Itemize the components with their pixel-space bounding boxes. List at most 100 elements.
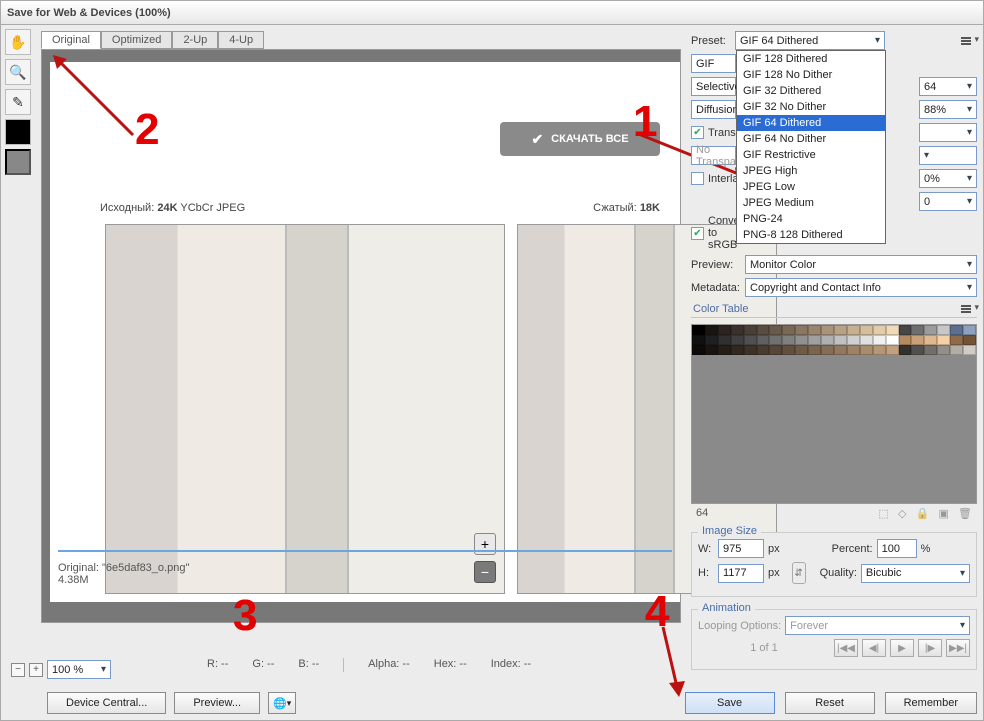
preset-option[interactable]: GIF 32 Dithered — [737, 83, 885, 99]
preset-option[interactable]: GIF Restrictive — [737, 147, 885, 163]
color-swatch[interactable] — [718, 335, 731, 345]
hand-tool-icon[interactable]: ✋ — [5, 29, 31, 55]
color-swatch[interactable] — [886, 345, 899, 355]
reduction-combo[interactable]: Selective — [691, 77, 736, 96]
quality-combo[interactable]: Bicubic — [861, 564, 970, 583]
color-swatch[interactable] — [873, 335, 886, 345]
color-swatch[interactable] — [963, 345, 976, 355]
zoom-in-button[interactable]: + — [29, 663, 43, 677]
websnap-combo[interactable]: 0 — [919, 192, 977, 211]
color-swatch[interactable] — [899, 345, 912, 355]
new-icon[interactable]: ▣ — [938, 508, 948, 520]
map-icon[interactable]: ◇ — [898, 508, 906, 520]
colors-combo[interactable]: 64 — [919, 77, 977, 96]
color-swatch[interactable] — [757, 345, 770, 355]
color-swatch[interactable] — [795, 335, 808, 345]
color-swatch[interactable] — [782, 335, 795, 345]
color-swatch[interactable] — [731, 345, 744, 355]
width-input[interactable]: 975 — [718, 539, 764, 558]
color-swatch[interactable] — [860, 325, 873, 335]
save-button[interactable]: Save — [685, 692, 775, 714]
color-swatch[interactable] — [924, 335, 937, 345]
color-swatch[interactable] — [911, 345, 924, 355]
slice-visibility-icon[interactable] — [5, 149, 31, 175]
color-swatch[interactable] — [873, 345, 886, 355]
color-swatch[interactable] — [808, 325, 821, 335]
metadata-combo[interactable]: Copyright and Contact Info — [745, 278, 977, 297]
zoom-out-button[interactable]: − — [11, 663, 25, 677]
remember-button[interactable]: Remember — [885, 692, 977, 714]
preset-menu-icon[interactable] — [961, 35, 977, 47]
color-swatch[interactable] — [963, 325, 976, 335]
color-swatch[interactable] — [899, 325, 912, 335]
color-swatch[interactable] — [924, 325, 937, 335]
foreground-swatch[interactable] — [5, 119, 31, 145]
color-swatch[interactable] — [911, 325, 924, 335]
matte-combo[interactable] — [919, 123, 977, 142]
dither-combo[interactable]: Diffusion — [691, 100, 736, 119]
color-swatch[interactable] — [731, 335, 744, 345]
zoom-tool-icon[interactable]: 🔍 — [5, 59, 31, 85]
height-input[interactable]: 1177 — [718, 564, 764, 583]
format-combo[interactable]: GIF — [691, 54, 736, 73]
color-swatch[interactable] — [808, 345, 821, 355]
color-swatch[interactable] — [757, 325, 770, 335]
color-swatch[interactable] — [937, 335, 950, 345]
color-swatch[interactable] — [744, 325, 757, 335]
preset-option[interactable]: JPEG Medium — [737, 195, 885, 211]
tab-4up[interactable]: 4-Up — [218, 31, 264, 49]
device-central-button[interactable]: Device Central... — [47, 692, 166, 714]
color-swatch[interactable] — [937, 325, 950, 335]
color-swatch[interactable] — [744, 335, 757, 345]
preview-button[interactable]: Preview... — [174, 692, 260, 714]
color-swatch[interactable] — [769, 335, 782, 345]
color-swatch[interactable] — [899, 335, 912, 345]
preset-option[interactable]: PNG-8 128 Dithered — [737, 227, 885, 243]
trash-icon[interactable]: 🗑 — [958, 508, 972, 520]
color-swatch[interactable] — [821, 335, 834, 345]
color-swatch[interactable] — [924, 345, 937, 355]
preset-option[interactable]: JPEG High — [737, 163, 885, 179]
reset-button[interactable]: Reset — [785, 692, 875, 714]
color-swatches[interactable] — [692, 325, 976, 365]
percent-input[interactable]: 100 — [877, 539, 917, 558]
dither-amount[interactable]: 88% — [919, 100, 977, 119]
color-swatch[interactable] — [847, 325, 860, 335]
preset-option[interactable]: GIF 128 No Dither — [737, 67, 885, 83]
color-swatch[interactable] — [808, 335, 821, 345]
color-swatch[interactable] — [963, 335, 976, 345]
color-swatch[interactable] — [692, 325, 705, 335]
color-swatch[interactable] — [950, 335, 963, 345]
color-swatch[interactable] — [692, 345, 705, 355]
browser-preview-button[interactable]: 🌐 ▾ — [268, 692, 296, 714]
tab-optimized[interactable]: Optimized — [101, 31, 173, 49]
preset-option-selected[interactable]: GIF 64 Dithered — [737, 115, 885, 131]
color-swatch[interactable] — [860, 345, 873, 355]
color-swatch[interactable] — [847, 335, 860, 345]
color-swatch[interactable] — [757, 335, 770, 345]
lock-icon[interactable]: 🔒 — [916, 508, 930, 520]
interlaced-checkbox[interactable] — [691, 172, 704, 185]
color-swatch[interactable] — [692, 335, 705, 345]
convert-srgb-checkbox[interactable]: ✔ — [691, 227, 704, 240]
color-swatch[interactable] — [873, 325, 886, 335]
tab-2up[interactable]: 2-Up — [172, 31, 218, 49]
color-swatch[interactable] — [937, 345, 950, 355]
preset-combo[interactable]: GIF 64 Dithered — [735, 31, 885, 50]
color-swatch[interactable] — [821, 325, 834, 335]
color-swatch[interactable] — [795, 325, 808, 335]
lock-icon[interactable]: ⬚ — [878, 508, 888, 520]
color-swatch[interactable] — [705, 335, 718, 345]
preset-option[interactable]: GIF 128 Dithered — [737, 51, 885, 67]
color-swatch[interactable] — [821, 345, 834, 355]
color-swatch[interactable] — [769, 345, 782, 355]
eyedropper-tool-icon[interactable]: ✎ — [5, 89, 31, 115]
preset-option[interactable]: JPEG Low — [737, 179, 885, 195]
color-swatch[interactable] — [860, 335, 873, 345]
color-swatch[interactable] — [769, 325, 782, 335]
link-icon[interactable]: ⇵ — [792, 562, 806, 584]
color-swatch[interactable] — [834, 325, 847, 335]
transparency-checkbox[interactable]: ✔ — [691, 126, 704, 139]
preset-option[interactable]: PNG-24 — [737, 211, 885, 227]
color-table-menu-icon[interactable] — [961, 303, 977, 315]
